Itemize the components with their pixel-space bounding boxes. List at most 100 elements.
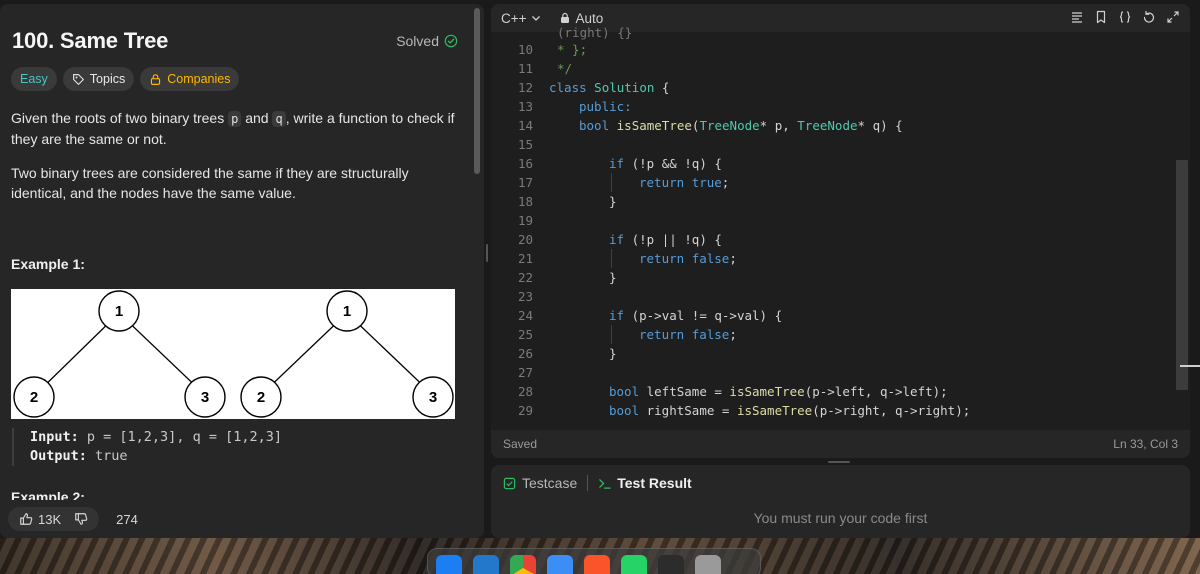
indent-guide xyxy=(611,325,612,344)
tab-testcase[interactable]: Testcase xyxy=(503,475,577,491)
code-editor-panel: C++ Auto (right) {} 10 * }; 11 */ 12 class … xyxy=(491,4,1190,458)
tag-icon xyxy=(72,73,84,85)
tree-node: 2 xyxy=(30,389,38,406)
cursor-position: Ln 33, Col 3 xyxy=(1113,437,1178,451)
line-number: 26 xyxy=(517,346,533,361)
whatsapp-icon[interactable] xyxy=(621,555,647,574)
line-number: 25 xyxy=(517,327,533,342)
chrome-icon[interactable] xyxy=(510,555,536,574)
brave-icon[interactable] xyxy=(584,555,610,574)
code-text: } xyxy=(609,194,617,209)
line-number: 22 xyxy=(517,270,533,285)
reset-icon[interactable] xyxy=(1142,10,1156,24)
problem-footer: 13K 274 xyxy=(0,500,484,538)
like-button[interactable]: 13K xyxy=(15,512,65,527)
code-text: } xyxy=(609,270,617,285)
example-1-io: Input: p = [1,2,3], q = [1,2,3] Output: … xyxy=(12,428,456,466)
chevron-down-icon xyxy=(531,16,540,21)
desc-text: and xyxy=(241,110,273,126)
code-text: if (!p && !q) { xyxy=(609,156,722,171)
solved-status: Solved xyxy=(396,33,458,49)
code-text: bool isSameTree(TreeNode* p, TreeNode* q… xyxy=(579,118,903,133)
code-line: 26} xyxy=(491,344,1181,363)
expand-icon[interactable] xyxy=(1166,10,1180,24)
code-line: 24 if (p->val != q->val) { xyxy=(491,306,1181,325)
app-icon[interactable] xyxy=(658,555,684,574)
line-number: 17 xyxy=(517,175,533,190)
code-text: * }; xyxy=(557,42,588,57)
tab-testcase-label: Testcase xyxy=(522,475,578,491)
xcode-icon[interactable] xyxy=(436,555,462,574)
code-line: 14 bool isSameTree(TreeNode* p, TreeNode*… xyxy=(491,116,1181,135)
code-line: 29 bool rightSame = isSameTree(p->right, … xyxy=(491,401,1181,420)
line-number: 12 xyxy=(517,80,533,95)
code-line: 20 if (!p || !q) { xyxy=(491,230,1181,249)
code-text: return false; xyxy=(639,251,737,266)
bookmark-icon[interactable] xyxy=(1094,10,1108,24)
trash-icon[interactable] xyxy=(695,555,721,574)
editor-status-bar: Saved Ln 33, Col 3 xyxy=(491,430,1190,458)
lock-icon xyxy=(151,73,161,85)
desc-text: Given the roots of two binary trees xyxy=(11,110,229,126)
line-number: 10 xyxy=(517,42,533,57)
tag-list: Easy Topics Companies xyxy=(11,67,240,91)
code-line: 27 xyxy=(491,363,1181,382)
input-value: p = [1,2,3], q = [1,2,3] xyxy=(78,429,282,445)
code-text: if (p->val != q->val) { xyxy=(609,308,783,323)
format-lines-icon[interactable] xyxy=(1070,10,1084,24)
terminal-icon xyxy=(599,478,611,489)
editor-scrollbar[interactable] xyxy=(1176,160,1188,390)
tree-node: 2 xyxy=(257,389,265,406)
code-line: 17 return true; xyxy=(491,173,1181,192)
like-count: 13K xyxy=(38,511,62,527)
code-text: class Solution { xyxy=(549,80,670,95)
code-text: bool rightSame = isSameTree(p->right, q-… xyxy=(609,403,971,418)
output-label: Output: xyxy=(30,448,87,464)
code-text: } xyxy=(609,346,617,361)
test-result-panel: Testcase Test Result You must run your c… xyxy=(491,465,1190,538)
code-line: 12 class Solution { xyxy=(491,78,1181,97)
input-label: Input: xyxy=(30,429,79,445)
comments-button[interactable]: 274 xyxy=(107,512,142,527)
tab-test-result-label: Test Result xyxy=(617,475,692,491)
code-line: 13 public: xyxy=(491,97,1181,116)
code-line: 19 xyxy=(491,211,1181,230)
line-number: 19 xyxy=(517,213,533,228)
like-dislike-group: 13K xyxy=(8,507,100,531)
vertical-resize-handle[interactable] xyxy=(486,244,488,262)
tab-test-result[interactable]: Test Result xyxy=(598,475,692,491)
indent-guide xyxy=(611,249,612,268)
title-row: 100. Same Tree Solved xyxy=(12,26,458,56)
checkbox-icon xyxy=(503,477,516,489)
code-text: public: xyxy=(579,99,632,114)
inline-code-p: p xyxy=(228,111,242,127)
result-tabs: Testcase Test Result xyxy=(503,475,692,491)
problem-panel: 100. Same Tree Solved Easy Topics Compan… xyxy=(0,4,484,538)
dislike-button[interactable] xyxy=(70,512,92,526)
horizontal-resize-handle[interactable] xyxy=(828,461,850,463)
problem-description: Given the roots of two binary trees p an… xyxy=(11,108,461,149)
code-text: return false; xyxy=(639,327,737,342)
difficulty-badge[interactable]: Easy xyxy=(11,67,57,91)
page-title: 100. Same Tree xyxy=(12,28,169,53)
companies-tag[interactable]: Companies xyxy=(140,67,240,91)
line-number: 23 xyxy=(517,289,533,304)
braces-icon[interactable] xyxy=(1118,10,1132,24)
check-circle-icon xyxy=(444,34,458,48)
code-line: 21 return false; xyxy=(491,249,1181,268)
line-number: 16 xyxy=(517,156,533,171)
vscode-icon[interactable] xyxy=(473,555,499,574)
tree-node: 3 xyxy=(429,389,437,406)
line-number: 21 xyxy=(517,251,533,266)
app-store-icon[interactable] xyxy=(547,555,573,574)
line-number: 27 xyxy=(517,365,533,380)
code-line: 16 if (!p && !q) { xyxy=(491,154,1181,173)
example-output: Output: true xyxy=(30,447,456,466)
code-area[interactable]: (right) {} 10 * }; 11 */ 12 class Solution … xyxy=(491,25,1190,430)
example-1-title: Example 1: xyxy=(11,256,85,272)
indent-guide xyxy=(611,173,612,192)
description-scrollbar[interactable] xyxy=(474,8,480,174)
code-line: 25 return false; xyxy=(491,325,1181,344)
topics-tag[interactable]: Topics xyxy=(62,67,135,91)
code-line: 28 bool leftSame = isSameTree(p->left, q-… xyxy=(491,382,1181,401)
